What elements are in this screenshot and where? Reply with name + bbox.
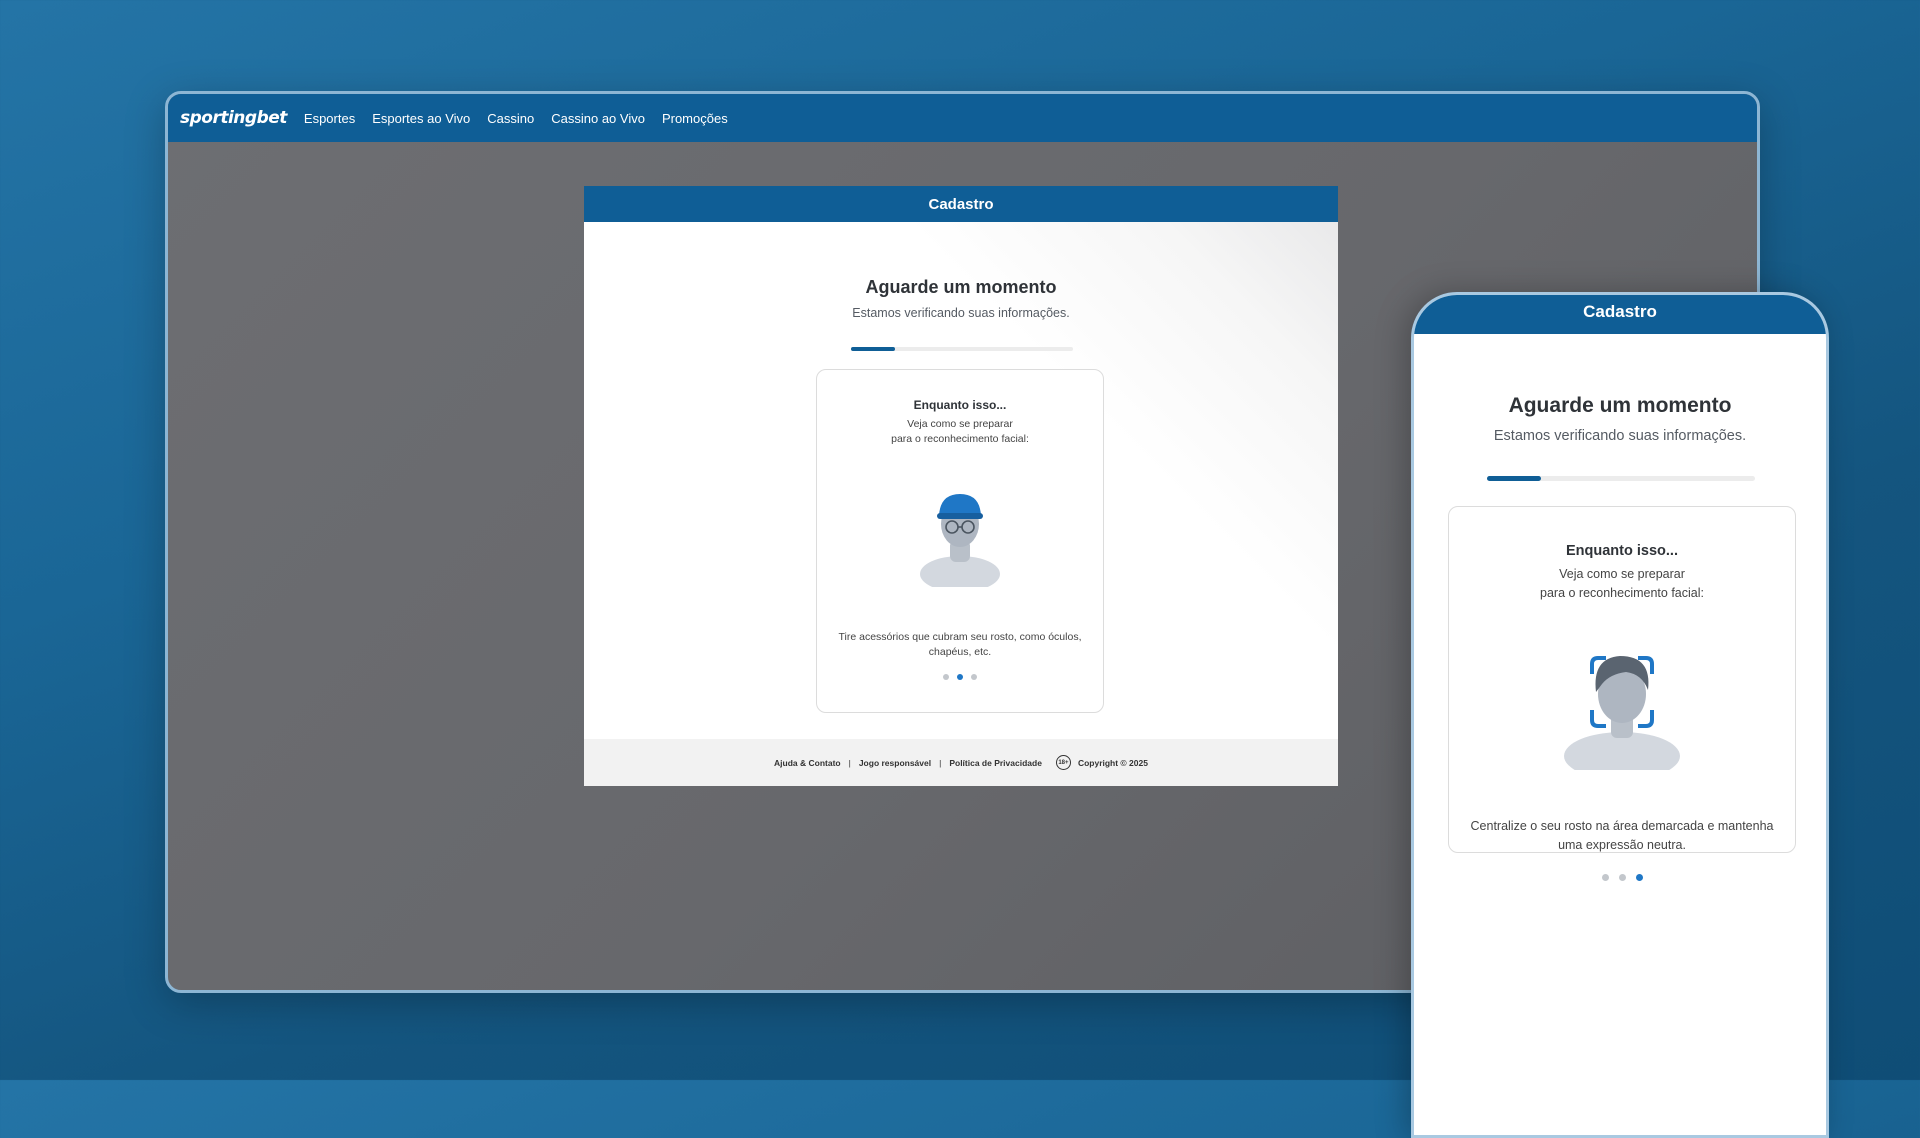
footer-separator: | <box>939 757 942 768</box>
phone-header: Cadastro <box>1414 295 1826 334</box>
nav-esportes-ao-vivo[interactable]: Esportes ao Vivo <box>372 111 470 126</box>
face-frame-person-icon <box>1564 656 1680 770</box>
phone-header-title: Cadastro <box>1583 302 1657 321</box>
phone-page-subtitle: Estamos verificando suas informações. <box>1493 428 1747 444</box>
footer-copyright: Copyright © 2025 <box>1077 757 1148 768</box>
footer-privacy-link[interactable]: Política de Privacidade <box>949 758 1042 768</box>
phone-carousel-dots <box>1449 874 1795 881</box>
card-title: Enquanto isso... <box>913 398 1007 412</box>
age-18-badge-icon: 18+ <box>1055 755 1071 770</box>
tips-card: Enquanto isso... Veja como se preparar p… <box>816 369 1104 713</box>
card-subtitle: Veja como se preparar para o reconhecime… <box>817 417 1103 447</box>
progress-bar <box>851 347 1073 351</box>
carousel-dot-1[interactable] <box>943 674 949 680</box>
phone-progress-fill <box>1487 476 1541 481</box>
carousel-dot-2[interactable] <box>957 674 963 680</box>
nav-cassino-ao-vivo[interactable]: Cassino ao Vivo <box>551 111 645 126</box>
phone-card-subtitle-line2: para o reconhecimento facial: <box>1540 586 1704 600</box>
phone-card-subtitle-line1: Veja como se preparar <box>1559 567 1685 581</box>
phone-card-title: Enquanto isso... <box>1566 543 1678 559</box>
footer-help-link[interactable]: Ajuda & Contato <box>774 758 841 768</box>
phone-tips-card: Enquanto isso... Veja como se preparar p… <box>1448 506 1796 881</box>
nav-promocoes[interactable]: Promoções <box>662 111 728 126</box>
sportingbet-logo[interactable]: sportingbet <box>180 108 287 128</box>
phone-page-title: Aguarde um momento <box>1508 394 1732 417</box>
modal-header: Cadastro <box>584 186 1338 222</box>
progress-fill <box>851 347 896 351</box>
nav-cassino[interactable]: Cassino <box>487 111 534 126</box>
person-with-cap-and-glasses-icon <box>920 494 1000 587</box>
registration-modal: Cadastro Aguarde um momento Estamos veri… <box>584 186 1338 786</box>
footer-separator: | <box>848 757 851 768</box>
page-subtitle: Estamos verificando suas informações. <box>852 306 1070 320</box>
phone-carousel-dot-1[interactable] <box>1601 874 1609 881</box>
phone-carousel-dot-3[interactable] <box>1635 874 1643 881</box>
top-navigation: sportingbet Esportes Esportes ao Vivo Ca… <box>168 94 1757 142</box>
card-subtitle-line1: Veja como se preparar <box>907 418 1013 430</box>
phone-carousel-dot-2[interactable] <box>1618 874 1626 881</box>
carousel-dot-3[interactable] <box>971 674 977 680</box>
nav-esportes[interactable]: Esportes <box>304 111 355 126</box>
phone-progress-bar <box>1487 476 1755 481</box>
footer-responsible-link[interactable]: Jogo responsável <box>859 758 931 768</box>
card-tip: Tire acessórios que cubram seu rosto, co… <box>838 631 1082 658</box>
card-subtitle-line2: para o reconhecimento facial: <box>891 433 1029 445</box>
modal-footer: Ajuda & Contato | Jogo responsável | Pol… <box>584 739 1338 786</box>
page-title: Aguarde um momento <box>865 277 1057 297</box>
modal-body: Aguarde um momento Estamos verificando s… <box>584 222 1338 740</box>
phone-card-tip: Centralize o seu rosto na área demarcada… <box>1470 819 1774 852</box>
phone-frame: Cadastro Aguarde um momento Estamos veri… <box>1411 292 1829 1138</box>
carousel-dots <box>817 674 1103 680</box>
phone-card-subtitle: Veja como se preparar para o reconhecime… <box>1449 565 1795 603</box>
